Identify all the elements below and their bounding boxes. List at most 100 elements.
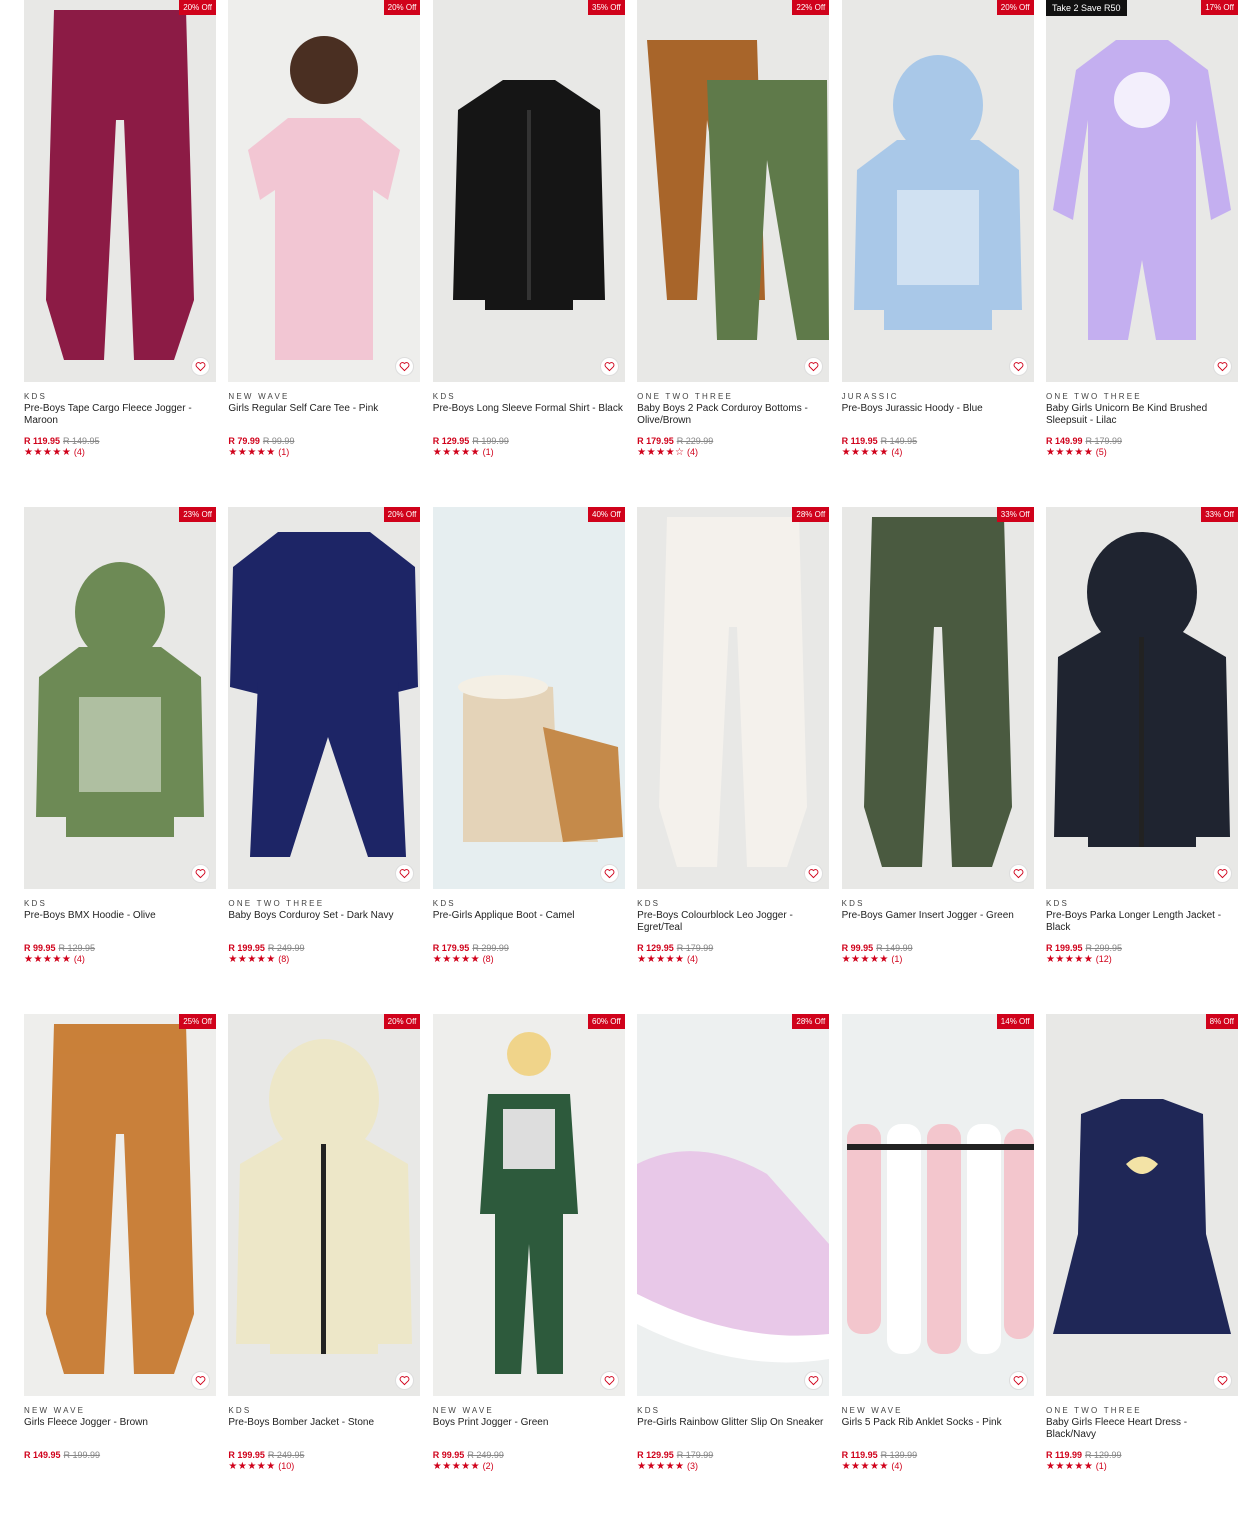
product-card[interactable]: 20% Off JURASSIC Pre-Boys Jurassic Hoody…	[841, 0, 1034, 507]
wishlist-button[interactable]	[1212, 357, 1232, 376]
product-brand[interactable]: NEW WAVE	[228, 392, 420, 402]
product-name[interactable]: Pre-Girls Applique Boot - Camel	[433, 910, 625, 943]
wishlist-button[interactable]	[191, 864, 210, 883]
product-image[interactable]: 40% Off	[432, 507, 625, 889]
product-name[interactable]: Baby Boys 2 Pack Corduroy Bottoms - Oliv…	[637, 403, 829, 436]
product-name[interactable]: Girls Fleece Jogger - Brown	[24, 1417, 216, 1450]
product-rating[interactable]: ★★★★★ (8)	[228, 954, 420, 966]
product-brand[interactable]: JURASSIC	[842, 392, 1034, 402]
product-image[interactable]: 20% Off	[228, 1014, 421, 1396]
product-rating[interactable]: ★★★★★ (4)	[24, 447, 216, 459]
wishlist-button[interactable]	[1212, 1371, 1232, 1390]
product-rating[interactable]: ★★★★★ (8)	[433, 954, 625, 966]
wishlist-button[interactable]	[599, 1371, 619, 1390]
product-brand[interactable]: KDS	[637, 899, 829, 909]
product-image[interactable]: 23% Off	[24, 507, 216, 889]
product-card[interactable]: 35% Off KDS Pre-Boys Long Sleeve Formal …	[432, 0, 625, 507]
product-name[interactable]: Pre-Boys Colourblock Leo Jogger - Egret/…	[637, 910, 829, 943]
product-card[interactable]: 20% Off NEW WAVE Girls Regular Self Care…	[228, 0, 421, 507]
product-name[interactable]: Pre-Boys BMX Hoodie - Olive	[24, 910, 216, 943]
product-name[interactable]: Baby Girls Unicorn Be Kind Brushed Sleep…	[1046, 403, 1238, 436]
product-brand[interactable]: KDS	[228, 1406, 420, 1416]
product-card[interactable]: 20% Off ONE TWO THREE Baby Boys Corduroy…	[228, 507, 421, 1014]
product-rating[interactable]: ★★★★★ (1)	[1046, 1461, 1238, 1473]
product-brand[interactable]: ONE TWO THREE	[1046, 1406, 1238, 1416]
wishlist-button[interactable]	[1212, 864, 1232, 883]
product-card[interactable]: 8% Off ONE TWO THREE Baby Girls Fleece H…	[1045, 1014, 1238, 1514]
product-card[interactable]: 20% Off KDS Pre-Boys Bomber Jacket - Sto…	[228, 1014, 421, 1514]
product-card[interactable]: 28% Off KDS Pre-Girls Rainbow Glitter Sl…	[637, 1014, 830, 1514]
product-card[interactable]: Take 2 Save R50 17% Off ONE TWO THREE Ba…	[1045, 0, 1238, 507]
product-rating[interactable]: ★★★★★ (4)	[842, 1461, 1034, 1473]
product-image[interactable]: Take 2 Save R50 17% Off	[1045, 0, 1238, 382]
product-brand[interactable]: KDS	[433, 899, 625, 909]
product-brand[interactable]: NEW WAVE	[842, 1406, 1034, 1416]
product-image[interactable]: 28% Off	[637, 1014, 830, 1396]
product-brand[interactable]: ONE TWO THREE	[1046, 392, 1238, 402]
product-name[interactable]: Pre-Boys Parka Longer Length Jacket - Bl…	[1046, 910, 1238, 943]
product-image[interactable]: 25% Off	[24, 1014, 216, 1396]
product-image[interactable]: 33% Off	[1045, 507, 1238, 889]
product-card[interactable]: 28% Off KDS Pre-Boys Colourblock Leo Jog…	[637, 507, 830, 1014]
wishlist-button[interactable]	[1008, 1371, 1028, 1390]
product-image[interactable]: 20% Off	[228, 507, 421, 889]
wishlist-button[interactable]	[191, 1371, 210, 1390]
product-name[interactable]: Pre-Boys Gamer Insert Jogger - Green	[842, 910, 1034, 943]
product-image[interactable]: 8% Off	[1045, 1014, 1238, 1396]
product-brand[interactable]: NEW WAVE	[24, 1406, 216, 1416]
product-rating[interactable]: ★★★★★ (3)	[637, 1461, 829, 1473]
product-rating[interactable]: ★★★★★ (1)	[842, 954, 1034, 966]
product-image[interactable]: 22% Off	[637, 0, 830, 382]
wishlist-button[interactable]	[1008, 864, 1028, 883]
product-card[interactable]: 14% Off NEW WAVE Girls 5 Pack Rib Anklet…	[841, 1014, 1034, 1514]
product-rating[interactable]: ★★★★★ (4)	[842, 447, 1034, 459]
product-rating[interactable]: ★★★★★ (4)	[24, 954, 216, 966]
product-card[interactable]: 20% Off KDS Pre-Boys Tape Cargo Fleece J…	[24, 0, 216, 507]
product-name[interactable]: Girls 5 Pack Rib Anklet Socks - Pink	[842, 1417, 1034, 1450]
product-image[interactable]: 33% Off	[841, 507, 1034, 889]
product-image[interactable]: 60% Off	[432, 1014, 625, 1396]
product-rating[interactable]: ★★★★★ (10)	[228, 1461, 420, 1473]
product-card[interactable]: 40% Off KDS Pre-Girls Applique Boot - Ca…	[432, 507, 625, 1014]
wishlist-button[interactable]	[1008, 357, 1028, 376]
product-card[interactable]: 25% Off NEW WAVE Girls Fleece Jogger - B…	[24, 1014, 216, 1514]
product-name[interactable]: Baby Boys Corduroy Set - Dark Navy	[228, 910, 420, 943]
product-name[interactable]: Pre-Boys Jurassic Hoody - Blue	[842, 403, 1034, 436]
product-rating[interactable]: ★★★★☆ (4)	[637, 447, 829, 459]
wishlist-button[interactable]	[191, 357, 210, 376]
product-card[interactable]: 33% Off KDS Pre-Boys Gamer Insert Jogger…	[841, 507, 1034, 1014]
product-name[interactable]: Pre-Boys Tape Cargo Fleece Jogger - Maro…	[24, 403, 216, 436]
product-rating[interactable]: ★★★★★ (12)	[1046, 954, 1238, 966]
product-image[interactable]: 35% Off	[432, 0, 625, 382]
product-brand[interactable]: KDS	[842, 899, 1034, 909]
product-brand[interactable]: ONE TWO THREE	[228, 899, 420, 909]
product-brand[interactable]: ONE TWO THREE	[637, 392, 829, 402]
product-brand[interactable]: KDS	[24, 899, 216, 909]
wishlist-button[interactable]	[599, 357, 619, 376]
product-rating[interactable]	[24, 1461, 216, 1473]
product-image[interactable]: 28% Off	[637, 507, 830, 889]
product-card[interactable]: 33% Off KDS Pre-Boys Parka Longer Length…	[1045, 507, 1238, 1014]
wishlist-button[interactable]	[599, 864, 619, 883]
product-brand[interactable]: KDS	[433, 392, 625, 402]
product-image[interactable]: 20% Off	[228, 0, 421, 382]
product-image[interactable]: 14% Off	[841, 1014, 1034, 1396]
product-image[interactable]: 20% Off	[24, 0, 216, 382]
product-card[interactable]: 60% Off NEW WAVE Boys Print Jogger - Gre…	[432, 1014, 625, 1514]
product-name[interactable]: Girls Regular Self Care Tee - Pink	[228, 403, 420, 436]
product-name[interactable]: Baby Girls Fleece Heart Dress - Black/Na…	[1046, 1417, 1238, 1450]
product-name[interactable]: Pre-Boys Bomber Jacket - Stone	[228, 1417, 420, 1450]
product-name[interactable]: Pre-Girls Rainbow Glitter Slip On Sneake…	[637, 1417, 829, 1450]
product-card[interactable]: 23% Off KDS Pre-Boys BMX Hoodie - Olive …	[24, 507, 216, 1014]
product-rating[interactable]: ★★★★★ (1)	[228, 447, 420, 459]
product-brand[interactable]: KDS	[24, 392, 216, 402]
product-brand[interactable]: NEW WAVE	[433, 1406, 625, 1416]
product-card[interactable]: 22% Off ONE TWO THREE Baby Boys 2 Pack C…	[637, 0, 830, 507]
product-name[interactable]: Pre-Boys Long Sleeve Formal Shirt - Blac…	[433, 403, 625, 436]
product-rating[interactable]: ★★★★★ (2)	[433, 1461, 625, 1473]
product-brand[interactable]: KDS	[637, 1406, 829, 1416]
product-name[interactable]: Boys Print Jogger - Green	[433, 1417, 625, 1450]
product-rating[interactable]: ★★★★★ (1)	[433, 447, 625, 459]
product-image[interactable]: 20% Off	[841, 0, 1034, 382]
product-rating[interactable]: ★★★★★ (4)	[637, 954, 829, 966]
